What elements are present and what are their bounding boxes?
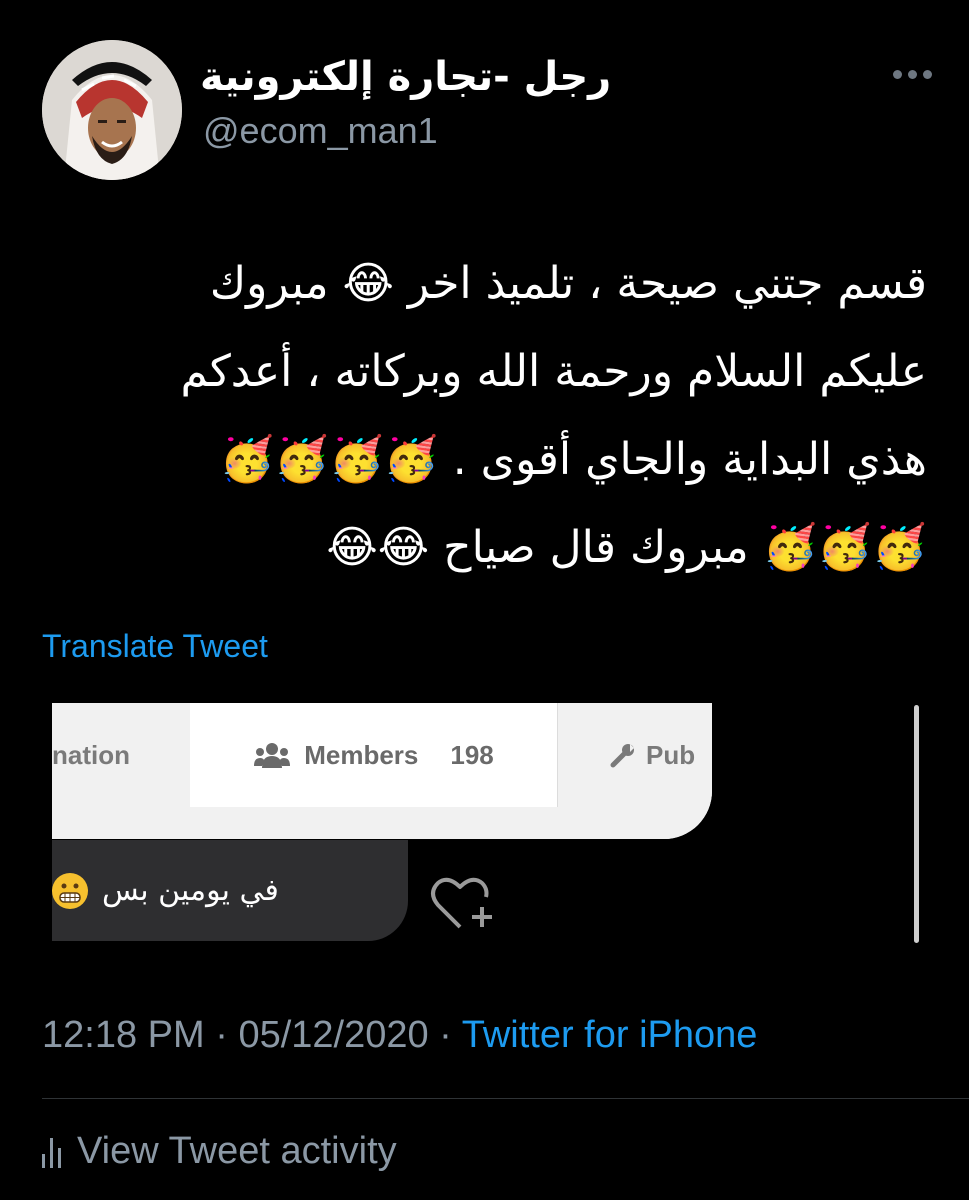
tab-members-label: Members bbox=[304, 739, 419, 770]
bar bbox=[58, 1147, 61, 1168]
tweet-meta: 12:18 PM · 05/12/2020 · Twitter for iPho… bbox=[42, 1014, 757, 1057]
tweet-source-link[interactable]: Twitter for iPhone bbox=[462, 1014, 758, 1056]
view-tweet-activity-label: View Tweet activity bbox=[77, 1130, 397, 1172]
grimacing-face-icon bbox=[52, 872, 88, 909]
dot bbox=[908, 70, 917, 79]
bar-chart-icon bbox=[42, 1136, 61, 1168]
tweet-text-line: عليكم السلام ورحمة الله وبركاته ، أعدكم bbox=[180, 346, 927, 397]
grimacing-face-glyph bbox=[59, 883, 81, 903]
tweet-media-image[interactable]: nation Members 198 Pub في يومين بس bbox=[52, 703, 920, 943]
avatar[interactable] bbox=[42, 40, 182, 180]
tabs-card-footer bbox=[52, 807, 712, 839]
wrench-icon bbox=[610, 744, 634, 768]
divider bbox=[42, 1098, 969, 1099]
comment-bubble: في يومين بس bbox=[52, 840, 408, 941]
tab-information-label: nation bbox=[52, 739, 130, 770]
meta-separator: · bbox=[204, 1014, 239, 1056]
dot bbox=[923, 70, 932, 79]
tab-publish-label: Pub bbox=[646, 739, 696, 770]
bar bbox=[42, 1153, 45, 1168]
bar bbox=[50, 1137, 53, 1168]
tab-publish: Pub bbox=[558, 703, 712, 807]
heart-plus-icon bbox=[431, 877, 492, 929]
user-handle[interactable]: @ecom_man1 bbox=[203, 110, 438, 152]
view-tweet-activity[interactable]: View Tweet activity bbox=[42, 1130, 397, 1173]
tweet-text-line: 🥳🥳🥳 مبروك قال صياح 😂😂 bbox=[326, 522, 927, 573]
tweet-time: 12:18 PM bbox=[42, 1014, 205, 1056]
tweet-text: قسم جتني صيحة ، تلميذ اخر 😂 مبروك عليكم … bbox=[47, 240, 927, 592]
members-count: 198 bbox=[450, 739, 494, 770]
display-name[interactable]: رجل -تجارة إلكترونية bbox=[200, 54, 611, 100]
scrollbar bbox=[914, 705, 919, 943]
translate-tweet-link[interactable]: Translate Tweet bbox=[42, 628, 268, 665]
dot bbox=[893, 70, 902, 79]
tab-members: Members 198 bbox=[190, 703, 558, 807]
tabs-card: nation Members 198 Pub bbox=[52, 703, 712, 839]
tweet-date: 05/12/2020 bbox=[238, 1014, 429, 1056]
avatar-image bbox=[42, 40, 182, 180]
more-dots-icon[interactable] bbox=[893, 70, 933, 82]
tweet-text-line: هذي البداية والجاي أقوى . 🥳🥳🥳🥳 bbox=[219, 434, 927, 485]
tab-information: nation bbox=[52, 703, 190, 807]
tweet-text-line: قسم جتني صيحة ، تلميذ اخر 😂 مبروك bbox=[209, 258, 927, 309]
users-group-icon bbox=[254, 743, 291, 768]
meta-separator: · bbox=[428, 1014, 462, 1056]
comment-text: في يومين بس bbox=[102, 873, 279, 908]
